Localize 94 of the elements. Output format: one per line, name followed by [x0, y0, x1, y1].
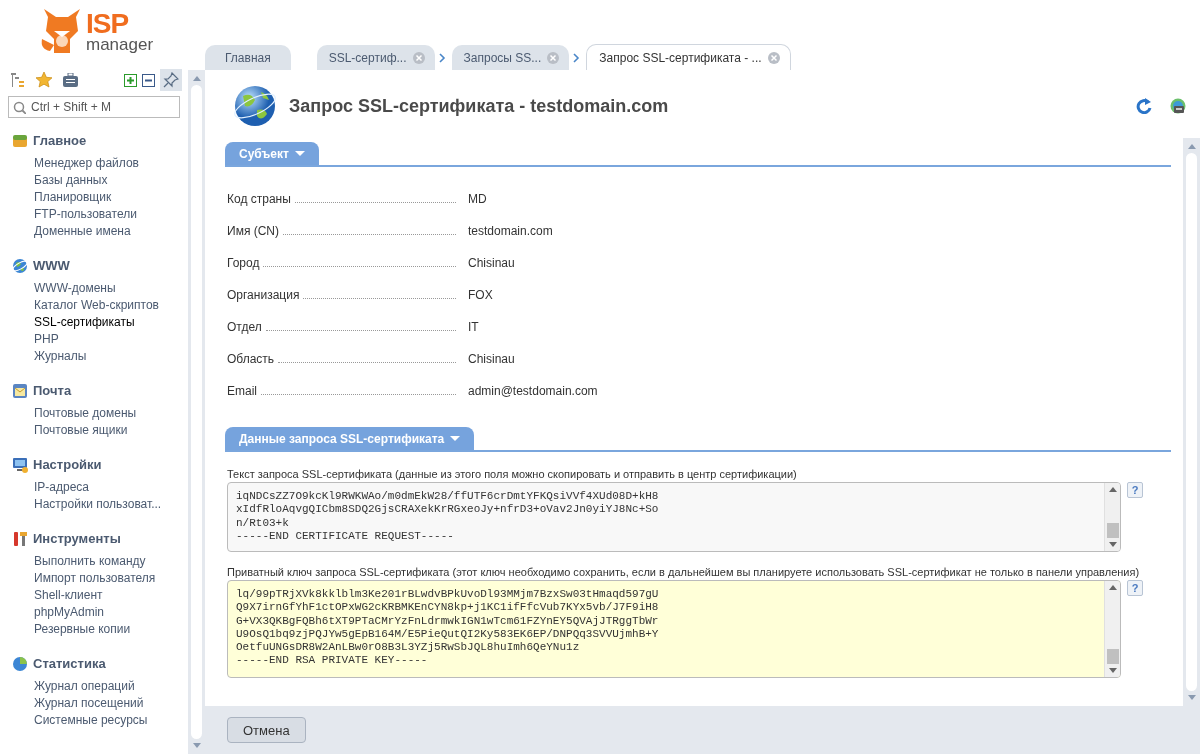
scrollbar[interactable]: [188, 70, 205, 754]
pin-button[interactable]: [160, 69, 182, 91]
mail-icon: [12, 382, 28, 399]
menu-item[interactable]: Базы данных: [34, 172, 188, 189]
scroll-up-icon: [1187, 144, 1196, 149]
menu-item[interactable]: Резервные копии: [34, 621, 188, 638]
scroll-down-icon: [1108, 542, 1117, 547]
scroll-down-icon: [192, 743, 201, 748]
tab[interactable]: Главная: [205, 45, 291, 70]
menu-item[interactable]: FTP-пользователи: [34, 206, 188, 223]
field-label: Email: [227, 384, 257, 398]
menu-item[interactable]: phpMyAdmin: [34, 604, 188, 621]
field-label: Отдел: [227, 320, 262, 334]
menu-item[interactable]: Журналы: [34, 348, 188, 365]
fox-logo-icon: [40, 9, 82, 53]
chevron-right-icon: [438, 53, 446, 63]
help-button[interactable]: ?: [1127, 482, 1143, 498]
field-value: testdomain.com: [468, 224, 553, 238]
close-icon[interactable]: [767, 51, 780, 64]
globe-icon: [12, 257, 28, 274]
caret-down-icon: [294, 151, 305, 156]
globe-lock-icon[interactable]: [1170, 98, 1186, 114]
star-icon[interactable]: [36, 72, 52, 88]
menu-item[interactable]: Выполнить команду: [34, 553, 188, 570]
scroll-thumb[interactable]: [1106, 649, 1119, 664]
close-icon[interactable]: [412, 51, 425, 64]
scroll-down-icon: [1108, 668, 1117, 673]
menu-group-title[interactable]: Статистика: [33, 656, 106, 671]
field-label: Имя (CN): [227, 224, 280, 238]
search-icon: [13, 101, 26, 114]
tab[interactable]: SSL-сертиф...: [316, 45, 435, 70]
field-value: MD: [468, 192, 487, 206]
refresh-icon[interactable]: [1136, 98, 1152, 114]
menu-item[interactable]: PHP: [34, 331, 188, 348]
scrollbar[interactable]: [1183, 138, 1200, 706]
scroll-up-icon: [1108, 487, 1117, 492]
scroll-down-icon: [1187, 695, 1196, 700]
text-area[interactable]: iqNDCsZZ7O9kcKl9RWKWAo/m0dmEkW28/ffUTF6crDmtYFKQsiVVf4XUd08D+kH8 xIdfRloAqvgQICbm8SDQ2GjsCRAXekKrRGxeoJy+nfrD3+oVav2Jn0yiYJ8Nc+So n/Rt03+k -----END CERTIFICATE REQUEST-----: [227, 482, 1121, 552]
field-value: admin@testdomain.com: [468, 384, 598, 398]
menu-item[interactable]: Системные ресурсы: [34, 712, 188, 729]
tools-icon: [12, 530, 28, 547]
field-value: FOX: [468, 288, 493, 302]
menu-item[interactable]: Менеджер файлов: [34, 155, 188, 172]
menu-item[interactable]: WWW-домены: [34, 280, 188, 297]
menu-item[interactable]: Планировщик: [34, 189, 188, 206]
field-value: Chisinau: [468, 256, 515, 270]
chevron-right-icon: [573, 53, 581, 63]
field-label: Код страны: [227, 192, 291, 206]
monitor-gear-icon: [12, 456, 28, 473]
menu-group-title[interactable]: Почта: [33, 383, 72, 398]
field-label: Текст запроса SSL-сертификата (данные из этого поля можно скопировать и отправить в центр сертификации): [227, 468, 798, 480]
expand-all-icon[interactable]: [124, 73, 137, 87]
menu-item[interactable]: SSL-сертификаты: [34, 314, 188, 331]
menu-item[interactable]: Настройки пользоват...: [34, 496, 188, 513]
scroll-up-icon: [1108, 585, 1117, 590]
menu-group-title[interactable]: Настройки: [33, 457, 102, 472]
field-label: Организация: [227, 288, 300, 302]
menu-item[interactable]: Импорт пользователя: [34, 570, 188, 587]
scroll-up-icon: [192, 76, 201, 81]
logo-brand: ISP: [86, 9, 130, 38]
cancel-button[interactable]: Отмена: [227, 717, 306, 743]
field-value: IT: [468, 320, 479, 334]
menu-item[interactable]: Каталог Web-скриптов: [34, 297, 188, 314]
help-button[interactable]: ?: [1127, 580, 1143, 596]
logo-product: manager: [86, 35, 154, 53]
folder-icon: [12, 132, 28, 149]
menu-item[interactable]: Почтовые домены: [34, 405, 188, 422]
search-field[interactable]: Ctrl + Shift + M: [8, 96, 180, 118]
scroll-thumb[interactable]: [1106, 523, 1119, 538]
close-icon[interactable]: [547, 51, 560, 64]
pin-icon: [163, 72, 179, 88]
menu-group-title[interactable]: Главное: [33, 133, 87, 148]
tab[interactable]: Запросы SS...: [451, 45, 570, 70]
collapse-all-icon[interactable]: [142, 73, 155, 87]
menu-item[interactable]: Доменные имена: [34, 223, 188, 240]
field-label: Область: [227, 352, 275, 366]
menu-item[interactable]: IP-адреса: [34, 479, 188, 496]
field-label: Приватный ключ запроса SSL-сертификата (этот ключ необходимо сохранить, если в дальнейшем вы планируете использовать SSL-сертификат не только в панели управления): [227, 566, 1141, 578]
briefcase-icon[interactable]: [63, 73, 78, 87]
menu-item[interactable]: Почтовые ящики: [34, 422, 188, 439]
field-label: Город: [227, 256, 260, 270]
menu-item[interactable]: Shell-клиент: [34, 587, 188, 604]
menu-group-title[interactable]: Инструменты: [33, 531, 121, 546]
menu-group-title[interactable]: WWW: [33, 258, 70, 273]
page-title: Запрос SSL-сертификата - testdomain.com: [289, 95, 670, 117]
tree-icon[interactable]: [11, 72, 25, 88]
menu-item[interactable]: Журнал посещений: [34, 695, 188, 712]
globe-icon: [233, 84, 277, 128]
field-value: Chisinau: [468, 352, 515, 366]
menu-item[interactable]: Журнал операций: [34, 678, 188, 695]
tab[interactable]: Запрос SSL-сертификата - ...: [586, 44, 791, 70]
caret-down-icon: [450, 436, 461, 441]
text-area[interactable]: lq/99pTRjXVk8kklblm3Ke201rBLwdvBPkUvoDl93MMjm7BzxSw03tHmaqd597gU Q9X7irnGfYhF1ctOPxWG2cKRBMKEnCYN8kp+j1KC1ifFfcVub7KYx5vb/J7F9iH8 G+VX3QKBgFQBh6tXT9PTaCMrYzFnLdrmwkIGN1wTcm61FZYnEY5QVAjJTRggTbWr U9OsQ1bq9zjPQJYw5gEpB164M/E5PieQutQI2Ky583EK6EP/DNPQq3SVVUjmhB+Y OetfuUNGsDR8W2AnLBw0rO8B3L3YZj5RwSbJQL8huImh6QeYNu1z -----END RSA PRIVATE KEY-----: [227, 580, 1121, 678]
pie-chart-icon: [12, 655, 28, 672]
